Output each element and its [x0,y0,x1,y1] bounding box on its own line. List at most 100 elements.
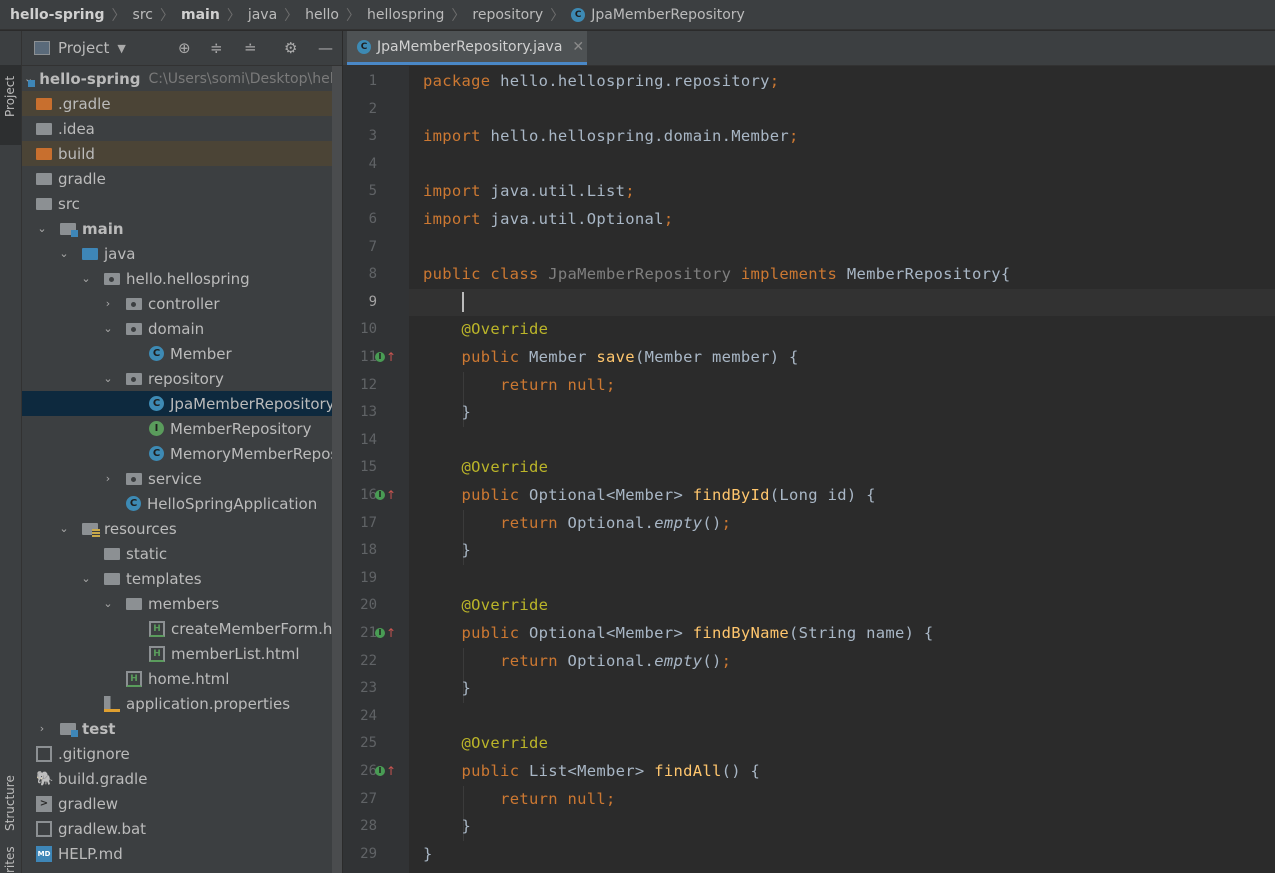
breadcrumb-file[interactable]: C JpaMemberRepository [571,7,745,23]
code-token: ; [789,127,799,146]
structure-tool-tab[interactable]: Structure [0,741,21,841]
expand-all-icon[interactable]: ≑ [210,39,223,57]
line-number: 3 [368,128,377,145]
implements-method-icon[interactable]: I ↑ [375,764,397,780]
tree-item-idea[interactable]: .idea [22,116,342,141]
tree-item-home[interactable]: Hhome.html [22,666,342,691]
tree-item-memberlist[interactable]: HmemberList.html [22,641,342,666]
panel-scrollbar[interactable] [332,66,342,873]
breadcrumb-java[interactable]: java [248,7,277,23]
chevron-right-icon[interactable]: › [102,472,114,485]
tree-item-members[interactable]: ⌄ members [22,591,342,616]
code-token: package [423,72,501,90]
class-icon: C [357,39,371,54]
excluded-folder-icon [36,97,52,110]
tree-item-gradle-dir[interactable]: .gradle [22,91,342,116]
tree-label: .gradle [58,94,111,113]
code-token: Optional. [567,513,655,532]
project-panel-title[interactable]: Project [58,39,109,57]
tree-item-templates[interactable]: ⌄ templates [22,566,342,591]
code-token: (Member member) { [634,348,799,366]
tree-item-memberrepository[interactable]: I MemberRepository [22,416,342,441]
chevron-down-icon[interactable]: ⌄ [80,272,92,285]
tree-item-main[interactable]: ⌄ main [22,216,342,241]
chevron-down-icon[interactable]: ⌄ [58,522,70,535]
breadcrumb-hellospring[interactable]: hellospring [367,7,444,23]
project-tool-tab[interactable]: Project [0,65,21,145]
close-icon[interactable]: ✕ [572,39,584,55]
tree-item-member[interactable]: C Member [22,341,342,366]
code-line: @Override [423,596,548,614]
breadcrumb-main[interactable]: main [181,7,220,23]
implements-method-icon[interactable]: I ↑ [375,488,397,504]
chevron-down-icon[interactable]: ⌄ [102,322,114,335]
tree-item-hello-spring[interactable]: ⌄ hello-spring C:\Users\somi\Desktop\hello [22,66,342,91]
tree-item-gradlew-bat[interactable]: gradlew.bat [22,816,342,841]
class-icon: C [149,396,164,411]
tree-item-build-gradle[interactable]: 🐘 build.gradle [22,766,342,791]
tree-item-application-properties[interactable]: application.properties [22,691,342,716]
chevron-down-icon[interactable]: ⌄ [102,597,114,610]
tree-item-repository[interactable]: ⌄ repository [22,366,342,391]
editor-tab-jpamemberrepository[interactable]: C JpaMemberRepository.java ✕ [347,31,587,65]
tree-item-resources[interactable]: ⌄ resources [22,516,342,541]
tree-item-gradlew[interactable]: > gradlew [22,791,342,816]
tree-item-controller[interactable]: › controller [22,291,342,316]
code-token: public class [423,265,549,284]
code-line: return Optional.empty(); [423,652,731,670]
tree-item-memorymemberrepository[interactable]: C MemoryMemberRepositor [22,441,342,466]
tree-item-domain[interactable]: ⌄ domain [22,316,342,341]
line-number: 8 [368,266,377,283]
gitignore-file-icon [36,745,52,762]
tree-label: Member [170,344,232,363]
caret-down-icon[interactable]: ▼ [117,42,125,55]
code-line: public Optional<Member> findById(Long id… [423,486,876,504]
chevron-down-icon[interactable]: ⌄ [80,572,92,585]
breadcrumb-hello[interactable]: hello [305,7,339,23]
line-number: 21 [360,625,377,641]
tree-label: hello-spring [39,69,141,88]
hide-icon[interactable]: — [318,39,333,57]
tree-item-test[interactable]: › test [22,716,342,741]
code-line: public Optional<Member> findByName(Strin… [423,624,934,642]
breadcrumb-repository[interactable]: repository [472,7,543,23]
tree-item-static[interactable]: static [22,541,342,566]
code-line: public List<Member> findAll() { [423,762,760,780]
collapse-all-icon[interactable]: ≐ [244,39,257,57]
tree-item-java[interactable]: ⌄ java [22,241,342,266]
line-number: 19 [360,569,377,586]
tree-item-src[interactable]: src [22,191,342,216]
tree-label: service [148,469,202,488]
class-icon: C [571,7,586,22]
chevron-right-icon: 〉 [111,7,126,24]
tree-item-jpamemberrepository[interactable]: C JpaMemberRepository [22,391,342,416]
chevron-down-icon[interactable]: ⌄ [36,222,48,235]
code-token: () [702,651,722,670]
tree-item-hellospringapplication[interactable]: C HelloSpringApplication [22,491,342,516]
tree-item-help-md[interactable]: MD HELP.md [22,841,342,866]
breadcrumb-src[interactable]: src [133,7,153,23]
gear-icon[interactable]: ⚙ [284,39,297,57]
chevron-down-icon[interactable]: ⌄ [102,372,114,385]
chevron-right-icon[interactable]: › [102,297,114,310]
favorites-tool-tab[interactable]: rites [0,843,21,873]
tree-item-build[interactable]: build [22,141,342,166]
chevron-right-icon[interactable]: › [36,722,48,735]
tree-item-gitignore[interactable]: .gitignore [22,741,342,766]
code-token: implements [740,265,847,284]
chevron-down-icon[interactable]: ⌄ [58,247,70,260]
tree-item-service[interactable]: › service [22,466,342,491]
implements-method-icon[interactable]: I ↑ [375,626,397,642]
line-number: 2 [368,100,377,117]
breadcrumb-project[interactable]: hello-spring [10,7,105,23]
implements-method-icon[interactable]: I ↑ [375,350,397,366]
line-number: 4 [368,155,377,172]
tree-item-creatememberform[interactable]: HcreateMemberForm.html [22,616,342,641]
code-token: @Override [461,458,549,477]
tree-item-hello-hellospring[interactable]: ⌄ hello.hellospring [22,266,342,291]
interface-icon: I [149,421,164,436]
tree-item-gradle[interactable]: gradle [22,166,342,191]
locate-icon[interactable]: ⊕ [178,39,191,57]
code-editor[interactable]: package hello.hellospring.repository; imp… [409,66,1275,873]
